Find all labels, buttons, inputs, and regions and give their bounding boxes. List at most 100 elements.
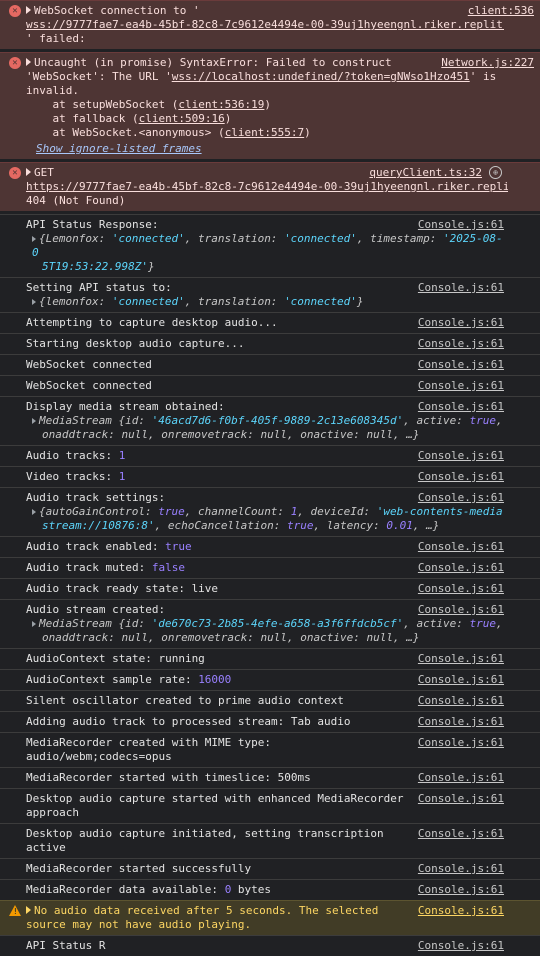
log-text: approach <box>26 806 79 819</box>
log-message: API Status Response: {Lemonfox: 'connect… <box>0 214 540 277</box>
log-object[interactable]: {Lemonfox: 'connected', translation: 'co… <box>26 232 504 274</box>
source-link[interactable]: client:536 <box>468 4 534 18</box>
source-link[interactable]: Console.js:61 <box>418 736 504 750</box>
source-link[interactable]: Console.js:61 <box>418 358 504 372</box>
error-icon: ✕ <box>9 167 21 179</box>
source-link[interactable]: Console.js:61 <box>418 400 504 414</box>
network-request-icon[interactable]: ⊕ <box>489 166 502 179</box>
stack-frame-link[interactable]: client:536:19 <box>178 98 264 111</box>
expand-triangle-icon[interactable] <box>32 509 36 515</box>
expand-triangle-icon[interactable] <box>26 906 31 914</box>
stack-frame-link[interactable]: client:509:16 <box>139 112 225 125</box>
log-message: AudioContext state: running Console.js:6… <box>0 648 540 669</box>
warning-message: ! No audio data received after 5 seconds… <box>0 900 540 935</box>
source-link[interactable]: Console.js:61 <box>418 281 504 295</box>
log-text: audio/webm;codecs=opus <box>26 750 172 763</box>
log-message: Attempting to capture desktop audio... C… <box>0 312 540 333</box>
source-link[interactable]: Console.js:61 <box>418 939 504 953</box>
console-panel: ✕ WebSocket connection to ' wss://9777fa… <box>0 0 540 956</box>
source-link[interactable]: Console.js:61 <box>418 449 504 463</box>
stack-frame: at fallback (client:509:16) <box>26 112 232 125</box>
log-message: Adding audio track to processed stream: … <box>0 711 540 732</box>
expand-triangle-icon[interactable] <box>26 6 31 14</box>
show-ignore-listed-frames-link[interactable]: Show ignore-listed frames <box>26 142 202 155</box>
log-message: Display media stream obtained: MediaStre… <box>0 396 540 445</box>
expand-triangle-icon[interactable] <box>26 168 31 176</box>
stack-frame: at WebSocket.<anonymous> (client:555:7) <box>26 126 311 139</box>
log-message: Audio track ready state: live Console.js… <box>0 578 540 599</box>
log-message: Audio track enabled: true Console.js:61 <box>0 536 540 557</box>
log-message: Setting API status to: {lemonfox: 'conne… <box>0 277 540 312</box>
log-text: active <box>26 841 66 854</box>
error-text: WebSocket connection to ' <box>34 4 200 17</box>
error-url-link[interactable]: wss://localhost:undefined/?token=gNWso1H… <box>172 70 470 83</box>
error-url-link[interactable]: wss://9777fae7-ea4b-45bf-82c8-7c9612e449… <box>26 18 504 31</box>
error-text: Uncaught (in promise) SyntaxError: Faile… <box>34 56 392 69</box>
error-icon: ✕ <box>9 5 21 17</box>
source-link[interactable]: queryClient.ts:32 <box>369 166 482 180</box>
log-object[interactable]: {lemonfox: 'connected', translation: 'co… <box>26 295 504 309</box>
source-link[interactable]: Console.js:61 <box>418 715 504 729</box>
error-text: 'WebSocket': The URL ' <box>26 70 172 83</box>
log-message: Desktop audio capture started with enhan… <box>0 788 540 823</box>
stack-frame-link[interactable]: client:555:7 <box>225 126 304 139</box>
log-message: MediaRecorder created with MIME type: au… <box>0 732 540 767</box>
error-url-link[interactable]: https://9777fae7-ea4b-45bf-82c8-7c9612e4… <box>26 180 508 193</box>
source-link[interactable]: Console.js:61 <box>418 603 504 617</box>
source-link[interactable]: Console.js:61 <box>418 316 504 330</box>
expand-triangle-icon[interactable] <box>26 58 31 66</box>
source-link[interactable]: Console.js:61 <box>418 379 504 393</box>
log-object[interactable]: MediaStream {id: '46acd7d6-f0bf-405f-988… <box>26 414 504 428</box>
log-object[interactable]: {autoGainControl: true, channelCount: 1,… <box>26 505 504 519</box>
error-message-websocket: ✕ WebSocket connection to ' wss://9777fa… <box>0 0 540 49</box>
source-link[interactable]: Console.js:61 <box>418 771 504 785</box>
log-message: MediaRecorder data available: 0 bytes Co… <box>0 879 540 900</box>
log-message: WebSocket connected Console.js:61 <box>0 375 540 396</box>
source-link[interactable]: Console.js:61 <box>418 792 504 806</box>
log-message: AudioContext sample rate: 16000 Console.… <box>0 669 540 690</box>
stack-frame: at setupWebSocket (client:536:19) <box>26 98 272 111</box>
expand-triangle-icon[interactable] <box>32 418 36 424</box>
expand-triangle-icon[interactable] <box>32 621 36 627</box>
source-link[interactable]: Console.js:61 <box>418 694 504 708</box>
log-object[interactable]: MediaStream {id: 'de670c73-2b85-4efe-a65… <box>26 617 504 631</box>
log-message: Audio track settings: {autoGainControl: … <box>0 487 540 536</box>
source-link[interactable]: Console.js:61 <box>418 561 504 575</box>
source-link[interactable]: Console.js:61 <box>418 218 504 232</box>
error-text: ' is <box>469 70 497 83</box>
log-message: MediaRecorder started with timeslice: 50… <box>0 767 540 788</box>
error-text: 404 (Not Found) <box>26 194 126 207</box>
error-icon: ✕ <box>9 57 21 69</box>
source-link[interactable]: Console.js:61 <box>418 652 504 666</box>
source-link[interactable]: Console.js:61 <box>418 582 504 596</box>
log-message: Video tracks: 1 Console.js:61 <box>0 466 540 487</box>
log-message: Silent oscillator created to prime audio… <box>0 690 540 711</box>
warning-icon: ! <box>9 905 21 916</box>
source-link[interactable]: Console.js:61 <box>418 470 504 484</box>
log-message: Audio tracks: 1 Console.js:61 <box>0 445 540 466</box>
error-message-syntax: ✕ Uncaught (in promise) SyntaxError: Fai… <box>0 52 540 159</box>
source-link[interactable]: Console.js:61 <box>418 862 504 876</box>
source-link[interactable]: Console.js:61 <box>418 491 504 505</box>
source-link[interactable]: Console.js:61 <box>418 673 504 687</box>
source-link[interactable]: Network.js:227 <box>441 56 534 70</box>
log-message: API Status R Console.js:61 <box>0 935 540 956</box>
log-message: Audio stream created: MediaStream {id: '… <box>0 599 540 648</box>
expand-triangle-icon[interactable] <box>32 236 36 242</box>
error-text: ' failed: <box>26 32 86 45</box>
log-message: Starting desktop audio capture... Consol… <box>0 333 540 354</box>
source-link[interactable]: Console.js:61 <box>418 883 504 897</box>
log-message: Audio track muted: false Console.js:61 <box>0 557 540 578</box>
log-text: source may not have audio playing. <box>26 918 252 931</box>
source-link[interactable]: Console.js:61 <box>418 904 504 918</box>
source-link[interactable]: Console.js:61 <box>418 540 504 554</box>
log-message: WebSocket connected Console.js:61 <box>0 354 540 375</box>
log-message: MediaRecorder started successfully Conso… <box>0 858 540 879</box>
error-message-get: ✕ GET https://9777fae7-ea4b-45bf-82c8-7c… <box>0 162 540 211</box>
source-link[interactable]: Console.js:61 <box>418 337 504 351</box>
error-text: GET <box>34 166 54 179</box>
error-text: invalid. <box>26 84 79 97</box>
log-message: Desktop audio capture initiated, setting… <box>0 823 540 858</box>
expand-triangle-icon[interactable] <box>32 299 36 305</box>
source-link[interactable]: Console.js:61 <box>418 827 504 841</box>
